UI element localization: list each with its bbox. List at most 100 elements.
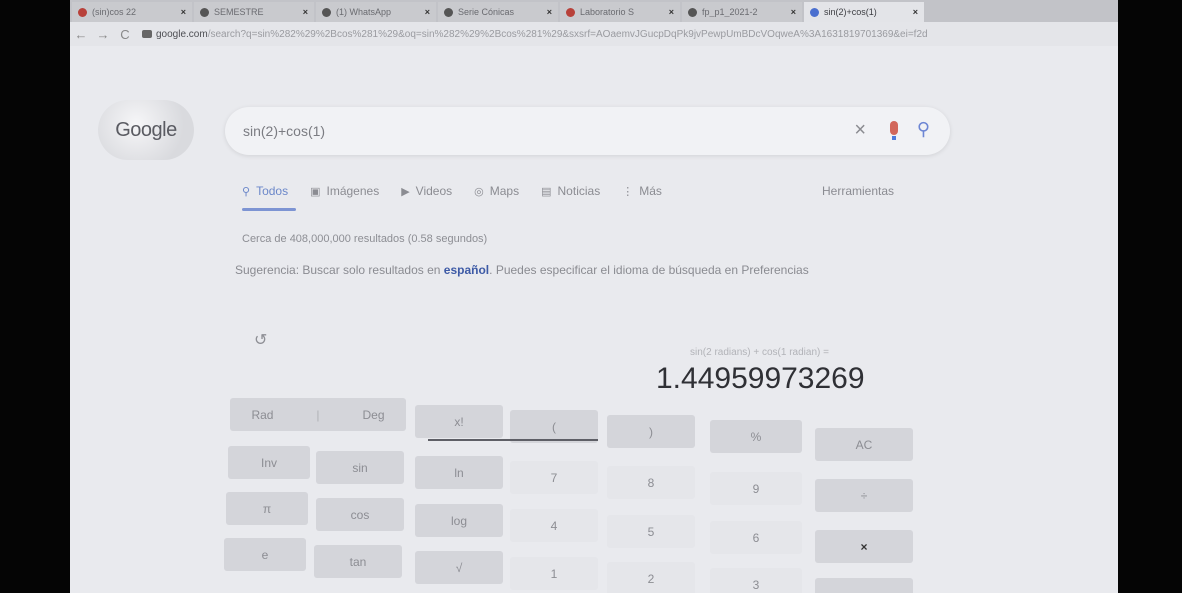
tab-videos[interactable]: ▶ Videos <box>401 184 452 198</box>
tab-title: Serie Cónicas <box>458 7 515 17</box>
close-tab-icon[interactable]: × <box>669 7 674 17</box>
percent-button[interactable]: % <box>710 420 802 453</box>
suggestion-suffix: . Puedes especificar el idioma de búsque… <box>489 263 742 277</box>
tan-button[interactable]: tan <box>314 545 402 578</box>
tab-all[interactable]: ⚲ Todos <box>242 184 288 198</box>
search-nav-tabs: ⚲ Todos ▣ Imágenes ▶ Videos ◎ Maps ▤ Noticias… <box>242 184 894 198</box>
whatsapp-icon <box>322 7 331 17</box>
google-g-icon <box>810 7 819 17</box>
browser-tab[interactable]: Serie Cónicas × <box>438 2 558 22</box>
euler-e-button[interactable]: e <box>224 538 306 571</box>
search-icon: ⚲ <box>242 185 251 198</box>
news-icon: ▤ <box>541 185 552 198</box>
browser-tab[interactable]: (sin)cos 22 × <box>72 2 192 22</box>
map-pin-icon: ◎ <box>474 185 484 198</box>
rad-deg-toggle[interactable]: Rad | Deg <box>230 398 406 431</box>
search-box[interactable]: sin(2)+cos(1) × ⚲ <box>225 107 950 155</box>
factorial-button[interactable]: x! <box>415 405 503 438</box>
more-vertical-icon: ⋮ <box>622 185 634 198</box>
divide-button[interactable]: ÷ <box>815 479 913 512</box>
digit-9-button[interactable]: 9 <box>710 472 802 505</box>
digit-6-button[interactable]: 6 <box>710 521 802 554</box>
tab-maps-label: Maps <box>489 184 520 198</box>
browser-tab-active[interactable]: sin(2)+cos(1) × <box>804 2 924 22</box>
url-field[interactable]: google.com/search?q=sin%282%29%2Bcos%281… <box>156 29 1118 40</box>
ln-button[interactable]: ln <box>415 456 503 489</box>
close-tab-icon[interactable]: × <box>913 7 918 17</box>
monitor-screen: (sin)cos 22 × SEMESTRE × (1) WhatsApp × Ser… <box>70 0 1118 593</box>
calculator-result: 1.44959973269 <box>656 362 865 395</box>
url-path: /search?q=sin%282%29%2Bcos%281%29&oq=sin… <box>207 28 928 40</box>
url-domain: google.com <box>156 28 208 40</box>
tab-title: sin(2)+cos(1) <box>824 7 877 17</box>
sin-button[interactable]: sin <box>316 451 404 484</box>
tab-maps[interactable]: ◎ Maps <box>474 184 519 198</box>
close-tab-icon[interactable]: × <box>425 7 430 17</box>
tab-title: (sin)cos 22 <box>92 7 137 17</box>
browser-tab[interactable]: Laboratorio S × <box>560 2 680 22</box>
close-tab-icon[interactable]: × <box>181 7 186 17</box>
log-button[interactable]: log <box>415 504 503 537</box>
digit-7-button[interactable]: 7 <box>510 461 598 494</box>
forward-arrow-icon[interactable]: → <box>92 27 114 42</box>
close-tab-icon[interactable]: × <box>791 7 796 17</box>
browser-tab-strip: (sin)cos 22 × SEMESTRE × (1) WhatsApp × Ser… <box>70 0 1118 22</box>
tab-videos-label: Videos <box>415 184 453 198</box>
divider: | <box>316 407 320 422</box>
lock-icon <box>142 30 152 38</box>
all-clear-button[interactable]: AC <box>815 428 913 461</box>
microphone-icon[interactable] <box>890 121 898 140</box>
digit-8-button[interactable]: 8 <box>607 466 695 499</box>
clear-icon[interactable]: × <box>854 119 866 142</box>
spanish-link[interactable]: español <box>444 263 489 277</box>
browser-tab[interactable]: SEMESTRE × <box>194 2 314 22</box>
tab-images-label: Imágenes <box>326 184 380 198</box>
search-icon[interactable]: ⚲ <box>917 119 930 140</box>
address-bar: ← → C google.com/search?q=sin%282%29%2Bc… <box>70 22 1118 46</box>
tab-more-label: Más <box>639 184 662 198</box>
preferences-link[interactable]: Preferencias <box>741 263 808 277</box>
deg-button[interactable]: Deg <box>362 408 384 422</box>
mail-icon <box>566 7 575 17</box>
digit-4-button[interactable]: 4 <box>510 509 598 542</box>
tab-title: fp_p1_2021-2 <box>702 7 758 17</box>
suggestion-prefix: Sugerencia: Buscar solo resultados en <box>235 263 444 277</box>
reload-icon[interactable]: C <box>114 27 136 42</box>
language-suggestion: Sugerencia: Buscar solo resultados en es… <box>235 264 875 276</box>
globe-icon <box>444 7 453 17</box>
close-tab-icon[interactable]: × <box>303 7 308 17</box>
tab-title: (1) WhatsApp <box>336 7 392 17</box>
tab-title: SEMESTRE <box>214 7 264 17</box>
keypad-partial-key[interactable] <box>815 578 913 593</box>
digit-1-button[interactable]: 1 <box>510 557 598 590</box>
inverse-button[interactable]: Inv <box>228 446 310 479</box>
multiply-button[interactable]: × <box>815 530 913 563</box>
tab-news-label: Noticias <box>557 184 601 198</box>
play-icon: ▶ <box>401 185 410 198</box>
google-doodle-logo[interactable]: Google <box>98 100 194 160</box>
tab-title: Laboratorio S <box>580 7 635 17</box>
back-arrow-icon[interactable]: ← <box>70 27 92 42</box>
close-paren-button[interactable]: ) <box>607 415 695 448</box>
close-tab-icon[interactable]: × <box>547 7 552 17</box>
sqrt-button[interactable]: √ <box>415 551 503 584</box>
tab-news[interactable]: ▤ Noticias <box>541 184 600 198</box>
browser-tab[interactable]: fp_p1_2021-2 × <box>682 2 802 22</box>
search-query-text[interactable]: sin(2)+cos(1) <box>243 123 325 139</box>
history-icon[interactable]: ↺ <box>254 330 267 350</box>
browser-tab[interactable]: (1) WhatsApp × <box>316 2 436 22</box>
digit-2-button[interactable]: 2 <box>607 562 695 593</box>
pi-button[interactable]: π <box>226 492 308 525</box>
calculator-expression: sin(2 radians) + cos(1 radian) = <box>690 347 829 358</box>
image-icon: ▣ <box>310 185 321 198</box>
rad-button[interactable]: Rad <box>251 408 273 422</box>
keypad-underline <box>428 439 598 441</box>
digit-3-button[interactable]: 3 <box>710 568 802 593</box>
tools-button[interactable]: Herramientas <box>822 184 894 198</box>
cos-button[interactable]: cos <box>316 498 404 531</box>
digit-5-button[interactable]: 5 <box>607 515 695 548</box>
tab-more[interactable]: ⋮ Más <box>622 184 662 198</box>
active-tab-underline <box>242 208 296 211</box>
globe-icon <box>200 7 209 17</box>
tab-images[interactable]: ▣ Imágenes <box>310 184 379 198</box>
